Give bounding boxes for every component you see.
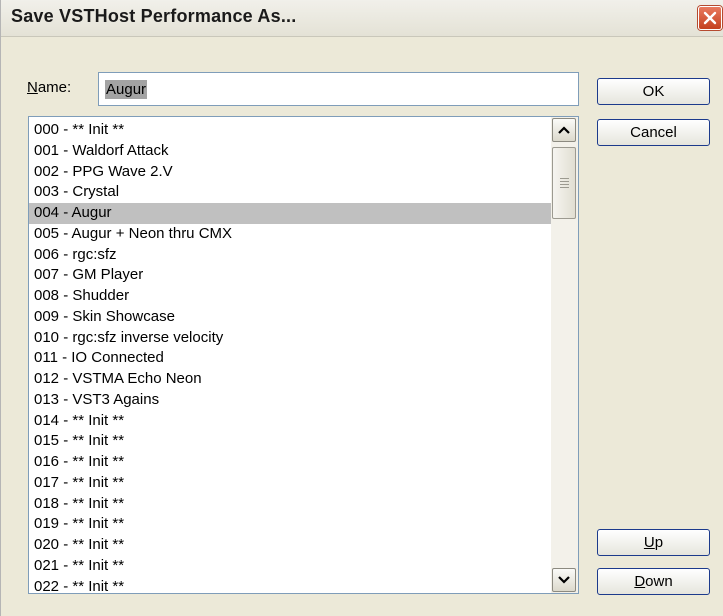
list-item[interactable]: 015 - ** Init **: [29, 431, 551, 452]
name-input-value: Augur: [105, 79, 148, 99]
ok-button[interactable]: OK: [597, 78, 710, 105]
list-item[interactable]: 017 - ** Init **: [29, 473, 551, 494]
list-item[interactable]: 003 - Crystal: [29, 182, 551, 203]
list-item[interactable]: 010 - rgc:sfz inverse velocity: [29, 328, 551, 349]
list-item[interactable]: 022 - ** Init **: [29, 577, 551, 594]
scroll-thumb-grip: [560, 178, 569, 179]
vertical-scrollbar[interactable]: [551, 117, 578, 593]
window-title: Save VSTHost Performance As...: [11, 6, 297, 26]
chevron-up-icon: [558, 126, 570, 134]
list-item[interactable]: 013 - VST3 Agains: [29, 390, 551, 411]
down-button-text: own: [645, 573, 673, 590]
up-button-accelerator: U: [643, 534, 655, 551]
up-button[interactable]: Up: [597, 529, 710, 556]
list-item[interactable]: 001 - Waldorf Attack: [29, 141, 551, 162]
performance-list: 000 - ** Init ** 001 - Waldorf Attack 002 …: [29, 120, 551, 594]
list-item[interactable]: 011 - IO Connected: [29, 348, 551, 369]
list-item[interactable]: 008 - Shudder: [29, 286, 551, 307]
scroll-thumb-grip: [560, 184, 569, 185]
list-item[interactable]: 018 - ** Init **: [29, 494, 551, 515]
list-item[interactable]: 009 - Skin Showcase: [29, 307, 551, 328]
down-button[interactable]: Down: [597, 568, 710, 595]
list-item[interactable]: 004 - Augur: [29, 203, 551, 224]
up-button-text: p: [654, 534, 664, 551]
list-item[interactable]: 020 - ** Init **: [29, 535, 551, 556]
scroll-down-button[interactable]: [552, 568, 576, 592]
list-item[interactable]: 005 - Augur + Neon thru CMX: [29, 224, 551, 245]
chevron-down-icon: [558, 576, 570, 584]
scroll-up-button[interactable]: [552, 118, 576, 142]
list-item[interactable]: 016 - ** Init **: [29, 452, 551, 473]
list-item[interactable]: 014 - ** Init **: [29, 411, 551, 432]
list-item[interactable]: 000 - ** Init **: [29, 120, 551, 141]
scroll-thumb-grip: [560, 187, 569, 188]
close-icon: [703, 11, 717, 25]
cancel-button[interactable]: Cancel: [597, 119, 710, 146]
name-label-text: ame:: [37, 79, 72, 96]
name-label-accelerator: N: [27, 79, 38, 96]
list-item[interactable]: 007 - GM Player: [29, 265, 551, 286]
list-item[interactable]: 021 - ** Init **: [29, 556, 551, 577]
list-item[interactable]: 019 - ** Init **: [29, 514, 551, 535]
name-label: Name:: [27, 79, 71, 96]
close-button[interactable]: [698, 6, 722, 30]
scroll-thumb[interactable]: [552, 147, 576, 219]
save-performance-dialog: Save VSTHost Performance As... Name: Aug…: [0, 0, 723, 616]
performance-listbox[interactable]: 000 - ** Init ** 001 - Waldorf Attack 002 …: [28, 116, 579, 594]
list-item[interactable]: 002 - PPG Wave 2.V: [29, 162, 551, 183]
list-item[interactable]: 012 - VSTMA Echo Neon: [29, 369, 551, 390]
title-bar[interactable]: Save VSTHost Performance As...: [1, 0, 723, 37]
name-input[interactable]: Augur: [98, 72, 579, 106]
scroll-thumb-grip: [560, 181, 569, 182]
down-button-accelerator: D: [634, 573, 646, 590]
list-item[interactable]: 006 - rgc:sfz: [29, 245, 551, 266]
